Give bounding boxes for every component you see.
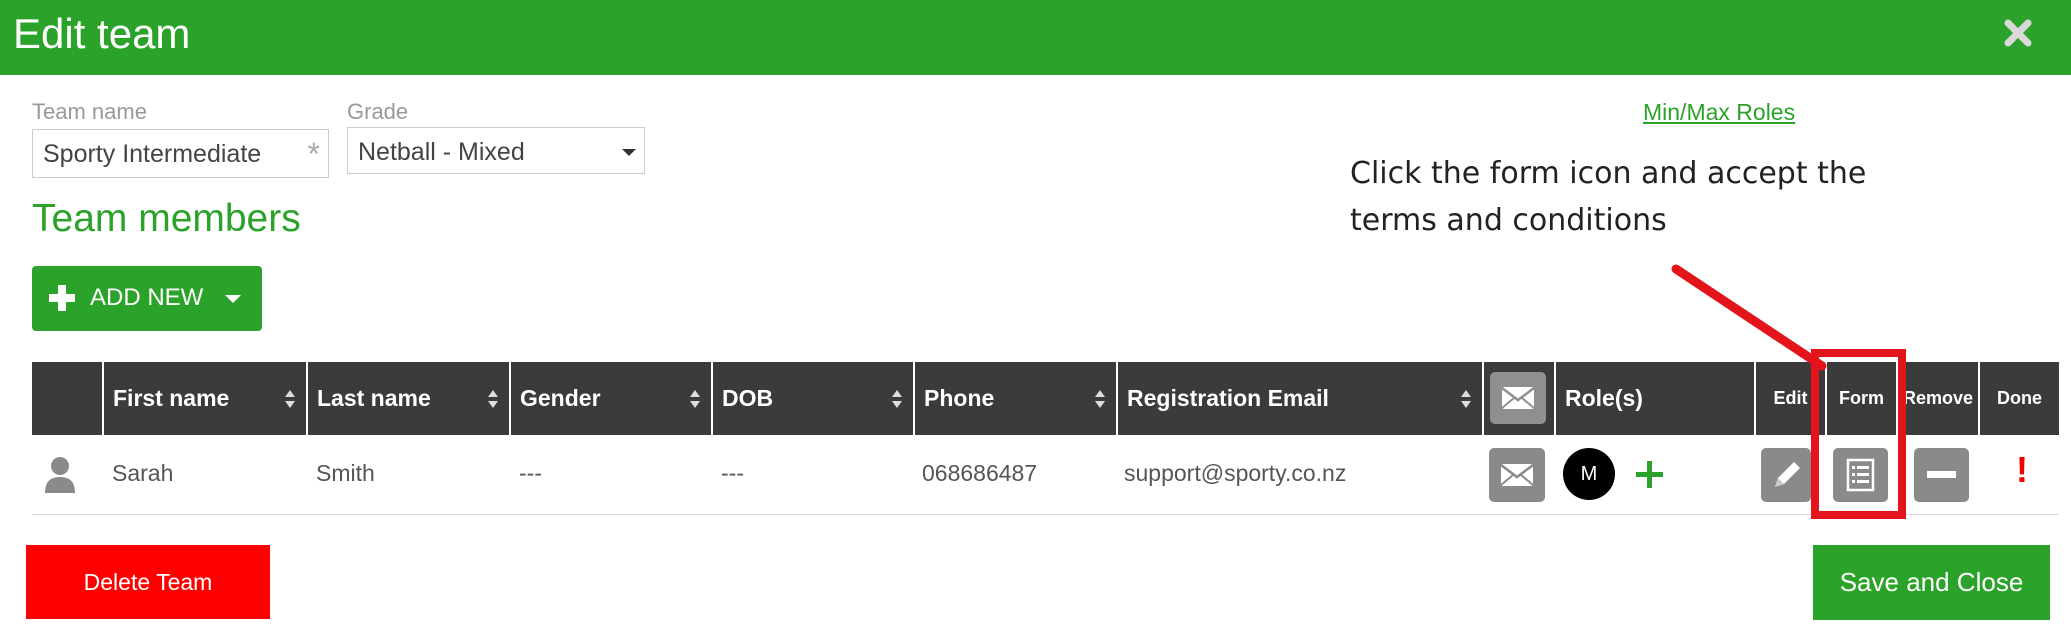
edit-member-button[interactable] <box>1761 448 1811 502</box>
th-edit-label: Edit <box>1773 388 1808 408</box>
cell-dob: --- <box>721 460 744 486</box>
pencil-icon <box>1775 462 1800 487</box>
person-icon <box>45 457 75 493</box>
envelope-icon <box>1501 387 1535 409</box>
cell-phone: 068686487 <box>922 460 1038 486</box>
envelope-icon <box>1500 464 1534 486</box>
th-gender[interactable]: Gender <box>509 362 711 435</box>
instruction-text: Click the form icon and accept the terms… <box>1350 156 1867 238</box>
th-first-name-label: First name <box>113 385 230 411</box>
dialog-title: Edit team <box>13 10 191 57</box>
th-phone[interactable]: Phone <box>913 362 1116 435</box>
sort-icon <box>488 390 498 408</box>
sort-icon <box>285 390 295 408</box>
grade-value: Netball - Mixed <box>358 138 525 166</box>
team-name-value: Sporty Intermediate <box>43 140 262 168</box>
cell-registration-email: support@sporty.co.nz <box>1124 460 1347 486</box>
th-last-name-label: Last name <box>317 385 431 411</box>
table-header: First name Last name Gender DOB Phone Re… <box>32 362 2059 435</box>
minus-icon <box>1927 471 1956 478</box>
delete-team-button[interactable]: Delete Team <box>26 545 270 619</box>
email-all-button[interactable] <box>1490 372 1546 424</box>
min-max-roles-link[interactable]: Min/Max Roles <box>1643 99 1795 126</box>
th-remove-label: Remove <box>1902 388 1974 408</box>
close-icon[interactable] <box>1998 13 2038 53</box>
remove-member-button[interactable] <box>1914 448 1969 502</box>
team-name-input[interactable]: Sporty Intermediate * <box>32 129 329 178</box>
th-roles-label: Role(s) <box>1565 385 1643 411</box>
th-registration-email-label: Registration Email <box>1127 385 1329 411</box>
cell-last-name: Smith <box>316 460 375 486</box>
cell-first-name: Sarah <box>112 460 174 486</box>
annotation-arrow <box>1671 264 1827 371</box>
th-dob[interactable]: DOB <box>711 362 913 435</box>
th-phone-label: Phone <box>924 385 995 411</box>
email-member-button[interactable] <box>1489 448 1545 502</box>
chevron-down-icon <box>225 295 241 303</box>
alert-icon: ! <box>2016 449 2028 490</box>
th-roles: Role(s) <box>1554 362 1754 435</box>
sort-icon <box>1461 390 1471 408</box>
grade-select[interactable]: Netball - Mixed <box>347 127 645 174</box>
th-first-name[interactable]: First name <box>102 362 306 435</box>
th-avatar <box>32 362 102 435</box>
table-row-divider <box>32 514 2059 515</box>
th-done: Done <box>1978 362 2059 435</box>
th-gender-label: Gender <box>520 385 601 411</box>
add-new-button[interactable]: ADD NEW <box>32 266 262 331</box>
th-remove: Remove <box>1896 362 1978 435</box>
sort-icon <box>892 390 902 408</box>
th-done-label: Done <box>1997 388 2042 408</box>
cell-gender: --- <box>519 460 542 486</box>
sort-icon <box>690 390 700 408</box>
grade-label: Grade <box>347 99 409 124</box>
add-new-label: ADD NEW <box>90 284 204 311</box>
dialog-header: Edit team <box>0 0 2071 75</box>
th-registration-email[interactable]: Registration Email <box>1116 362 1482 435</box>
sort-icon <box>1095 390 1105 408</box>
plus-icon <box>49 285 75 311</box>
team-name-label: Team name <box>32 99 147 124</box>
required-icon: * <box>307 136 320 172</box>
th-dob-label: DOB <box>722 385 774 411</box>
th-email-all <box>1482 362 1554 435</box>
th-last-name[interactable]: Last name <box>306 362 509 435</box>
team-members-title: Team members <box>32 197 301 240</box>
save-and-close-button[interactable]: Save and Close <box>1813 545 2050 620</box>
annotation-highlight-box <box>1811 349 1906 519</box>
role-badge[interactable]: M <box>1563 448 1615 500</box>
chevron-down-icon <box>622 149 636 156</box>
add-role-icon[interactable] <box>1633 449 1667 499</box>
